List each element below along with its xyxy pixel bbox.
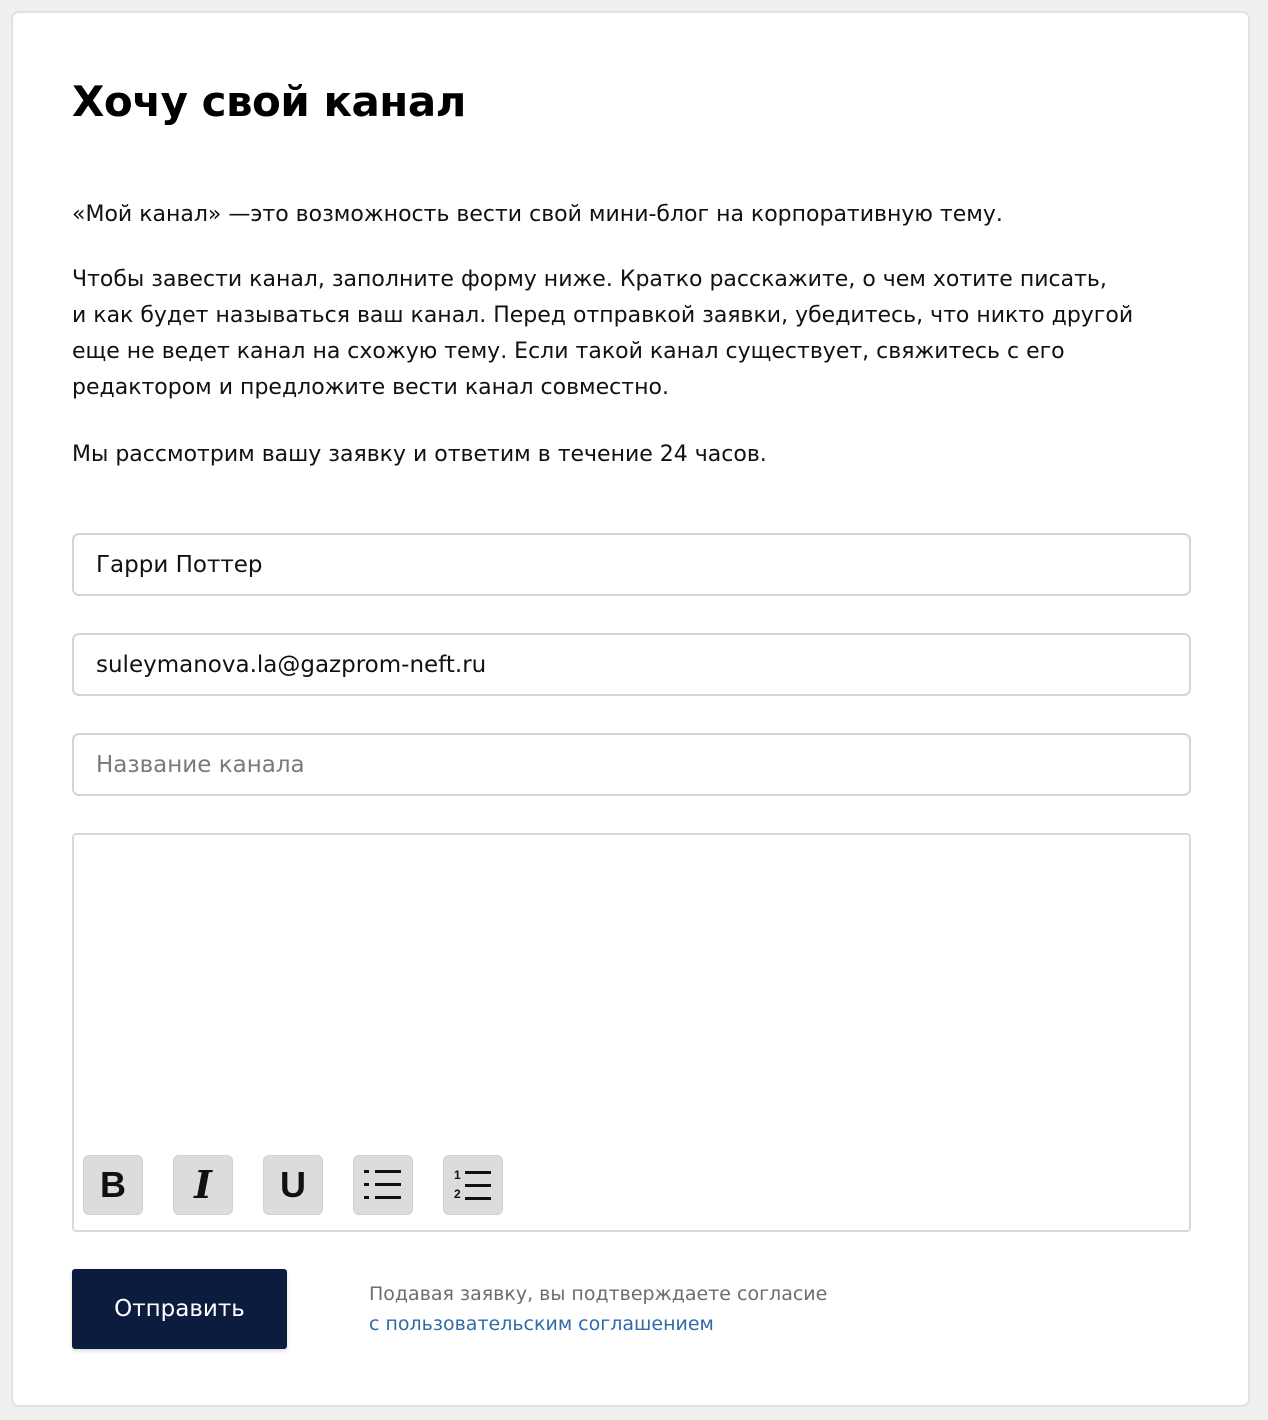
- instructions-line: и как будет называться ваш канал. Перед …: [72, 303, 1134, 328]
- italic-icon: I: [194, 1162, 212, 1207]
- svg-text:1: 1: [454, 1168, 461, 1182]
- description-textarea[interactable]: [74, 835, 1189, 1141]
- intro-paragraph: «Мой канал» —это возможность вести свой …: [72, 202, 1003, 227]
- bold-button[interactable]: B: [83, 1155, 143, 1215]
- instructions-line: редактором и предложите вести канал совм…: [72, 375, 669, 400]
- description-editor: B I U 1 2: [72, 833, 1191, 1232]
- svg-text:2: 2: [454, 1187, 461, 1201]
- instructions-line: еще не ведет канал на схожую тему. Если …: [72, 339, 1065, 364]
- numbered-list-icon: 1 2: [454, 1168, 491, 1201]
- bold-icon: B: [100, 1164, 126, 1205]
- instructions-paragraph: Чтобы завести канал, заполните форму ниж…: [72, 262, 1133, 406]
- instructions-line: Чтобы завести канал, заполните форму ниж…: [72, 267, 1107, 292]
- bullet-list-button[interactable]: [353, 1155, 413, 1215]
- editor-toolbar: B I U 1 2: [83, 1155, 503, 1217]
- numbered-list-button[interactable]: 1 2: [443, 1155, 503, 1215]
- consent-notice: Подавая заявку, вы подтверждаете согласи…: [369, 1279, 827, 1339]
- channel-name-field[interactable]: [72, 733, 1191, 796]
- italic-button[interactable]: I: [173, 1155, 233, 1215]
- submit-button[interactable]: Отправить: [72, 1269, 287, 1349]
- underline-icon: U: [280, 1164, 306, 1205]
- name-field[interactable]: [72, 533, 1191, 596]
- page-title: Хочу свой канал: [72, 77, 466, 126]
- bullet-list-icon: [364, 1170, 401, 1199]
- response-time-note: Мы рассмотрим вашу заявку и ответим в те…: [72, 442, 767, 467]
- form-card: Хочу свой канал «Мой канал» —это возможн…: [11, 11, 1250, 1407]
- email-field[interactable]: [72, 633, 1191, 696]
- underline-button[interactable]: U: [263, 1155, 323, 1215]
- user-agreement-link[interactable]: с пользовательским соглашением: [369, 1309, 827, 1339]
- consent-text: Подавая заявку, вы подтверждаете согласи…: [369, 1283, 828, 1305]
